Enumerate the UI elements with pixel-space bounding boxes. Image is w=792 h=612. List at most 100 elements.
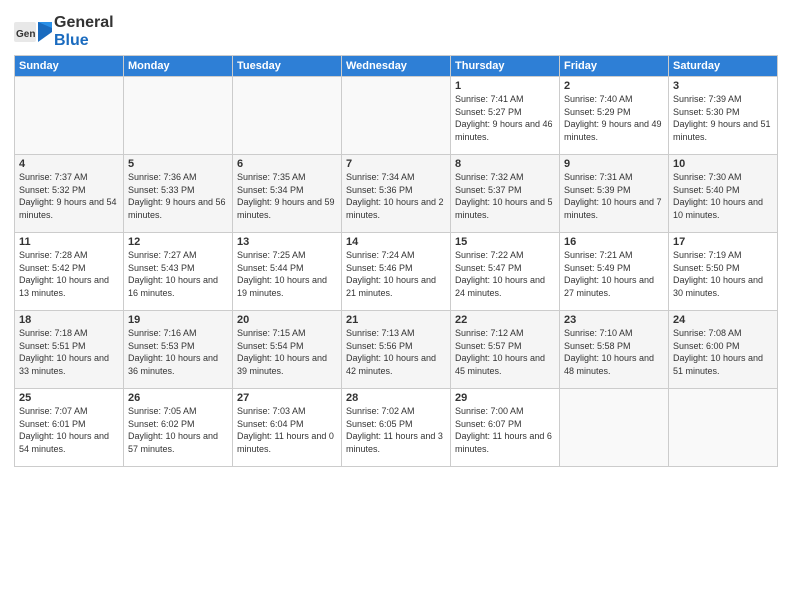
week-row-4: 18Sunrise: 7:18 AMSunset: 5:51 PMDayligh… (15, 311, 778, 389)
day-number: 10 (673, 158, 773, 170)
calendar-cell (124, 77, 233, 155)
day-number: 26 (128, 392, 228, 404)
calendar-table: SundayMondayTuesdayWednesdayThursdayFrid… (14, 55, 778, 467)
weekday-header-friday: Friday (560, 56, 669, 77)
calendar-cell: 6Sunrise: 7:35 AMSunset: 5:34 PMDaylight… (233, 155, 342, 233)
calendar-cell: 4Sunrise: 7:37 AMSunset: 5:32 PMDaylight… (15, 155, 124, 233)
weekday-header-tuesday: Tuesday (233, 56, 342, 77)
calendar-cell: 8Sunrise: 7:32 AMSunset: 5:37 PMDaylight… (451, 155, 560, 233)
week-row-2: 4Sunrise: 7:37 AMSunset: 5:32 PMDaylight… (15, 155, 778, 233)
weekday-header-sunday: Sunday (15, 56, 124, 77)
day-number: 2 (564, 80, 664, 92)
cell-info: Sunrise: 7:16 AMSunset: 5:53 PMDaylight:… (128, 327, 228, 377)
cell-info: Sunrise: 7:07 AMSunset: 6:01 PMDaylight:… (19, 405, 119, 455)
calendar-cell (560, 389, 669, 467)
cell-info: Sunrise: 7:31 AMSunset: 5:39 PMDaylight:… (564, 171, 664, 221)
day-number: 20 (237, 314, 337, 326)
day-number: 4 (19, 158, 119, 170)
calendar-cell: 19Sunrise: 7:16 AMSunset: 5:53 PMDayligh… (124, 311, 233, 389)
cell-info: Sunrise: 7:25 AMSunset: 5:44 PMDaylight:… (237, 249, 337, 299)
calendar-cell: 15Sunrise: 7:22 AMSunset: 5:47 PMDayligh… (451, 233, 560, 311)
cell-info: Sunrise: 7:34 AMSunset: 5:36 PMDaylight:… (346, 171, 446, 221)
day-number: 18 (19, 314, 119, 326)
day-number: 11 (19, 236, 119, 248)
page-container: Gen General Blue SundayMondayTuesdayWedn… (0, 0, 792, 473)
cell-info: Sunrise: 7:05 AMSunset: 6:02 PMDaylight:… (128, 405, 228, 455)
header: Gen General Blue (14, 10, 778, 49)
day-number: 5 (128, 158, 228, 170)
day-number: 17 (673, 236, 773, 248)
week-row-5: 25Sunrise: 7:07 AMSunset: 6:01 PMDayligh… (15, 389, 778, 467)
day-number: 13 (237, 236, 337, 248)
cell-info: Sunrise: 7:22 AMSunset: 5:47 PMDaylight:… (455, 249, 555, 299)
calendar-cell: 29Sunrise: 7:00 AMSunset: 6:07 PMDayligh… (451, 389, 560, 467)
cell-info: Sunrise: 7:24 AMSunset: 5:46 PMDaylight:… (346, 249, 446, 299)
week-row-3: 11Sunrise: 7:28 AMSunset: 5:42 PMDayligh… (15, 233, 778, 311)
logo-icon: Gen (14, 18, 52, 46)
calendar-cell: 14Sunrise: 7:24 AMSunset: 5:46 PMDayligh… (342, 233, 451, 311)
day-number: 14 (346, 236, 446, 248)
cell-info: Sunrise: 7:15 AMSunset: 5:54 PMDaylight:… (237, 327, 337, 377)
calendar-cell: 12Sunrise: 7:27 AMSunset: 5:43 PMDayligh… (124, 233, 233, 311)
day-number: 3 (673, 80, 773, 92)
calendar-cell (15, 77, 124, 155)
cell-info: Sunrise: 7:12 AMSunset: 5:57 PMDaylight:… (455, 327, 555, 377)
calendar-cell: 10Sunrise: 7:30 AMSunset: 5:40 PMDayligh… (669, 155, 778, 233)
day-number: 7 (346, 158, 446, 170)
calendar-cell: 2Sunrise: 7:40 AMSunset: 5:29 PMDaylight… (560, 77, 669, 155)
cell-info: Sunrise: 7:21 AMSunset: 5:49 PMDaylight:… (564, 249, 664, 299)
calendar-cell: 11Sunrise: 7:28 AMSunset: 5:42 PMDayligh… (15, 233, 124, 311)
calendar-cell: 18Sunrise: 7:18 AMSunset: 5:51 PMDayligh… (15, 311, 124, 389)
cell-info: Sunrise: 7:18 AMSunset: 5:51 PMDaylight:… (19, 327, 119, 377)
day-number: 6 (237, 158, 337, 170)
cell-info: Sunrise: 7:28 AMSunset: 5:42 PMDaylight:… (19, 249, 119, 299)
cell-info: Sunrise: 7:39 AMSunset: 5:30 PMDaylight:… (673, 93, 773, 143)
cell-info: Sunrise: 7:03 AMSunset: 6:04 PMDaylight:… (237, 405, 337, 455)
cell-info: Sunrise: 7:32 AMSunset: 5:37 PMDaylight:… (455, 171, 555, 221)
day-number: 15 (455, 236, 555, 248)
weekday-header-monday: Monday (124, 56, 233, 77)
calendar-cell: 22Sunrise: 7:12 AMSunset: 5:57 PMDayligh… (451, 311, 560, 389)
calendar-cell: 16Sunrise: 7:21 AMSunset: 5:49 PMDayligh… (560, 233, 669, 311)
day-number: 24 (673, 314, 773, 326)
cell-info: Sunrise: 7:02 AMSunset: 6:05 PMDaylight:… (346, 405, 446, 455)
svg-text:Gen: Gen (16, 29, 35, 40)
day-number: 22 (455, 314, 555, 326)
day-number: 8 (455, 158, 555, 170)
cell-info: Sunrise: 7:19 AMSunset: 5:50 PMDaylight:… (673, 249, 773, 299)
calendar-cell (669, 389, 778, 467)
day-number: 25 (19, 392, 119, 404)
day-number: 29 (455, 392, 555, 404)
calendar-cell: 13Sunrise: 7:25 AMSunset: 5:44 PMDayligh… (233, 233, 342, 311)
day-number: 21 (346, 314, 446, 326)
cell-info: Sunrise: 7:35 AMSunset: 5:34 PMDaylight:… (237, 171, 337, 221)
day-number: 28 (346, 392, 446, 404)
logo-text: General Blue (54, 14, 114, 49)
cell-info: Sunrise: 7:36 AMSunset: 5:33 PMDaylight:… (128, 171, 228, 221)
weekday-header-saturday: Saturday (669, 56, 778, 77)
day-number: 19 (128, 314, 228, 326)
day-number: 12 (128, 236, 228, 248)
cell-info: Sunrise: 7:08 AMSunset: 6:00 PMDaylight:… (673, 327, 773, 377)
calendar-cell: 9Sunrise: 7:31 AMSunset: 5:39 PMDaylight… (560, 155, 669, 233)
cell-info: Sunrise: 7:10 AMSunset: 5:58 PMDaylight:… (564, 327, 664, 377)
calendar-cell: 5Sunrise: 7:36 AMSunset: 5:33 PMDaylight… (124, 155, 233, 233)
weekday-header-wednesday: Wednesday (342, 56, 451, 77)
cell-info: Sunrise: 7:41 AMSunset: 5:27 PMDaylight:… (455, 93, 555, 143)
day-number: 27 (237, 392, 337, 404)
weekday-header-row: SundayMondayTuesdayWednesdayThursdayFrid… (15, 56, 778, 77)
day-number: 23 (564, 314, 664, 326)
cell-info: Sunrise: 7:30 AMSunset: 5:40 PMDaylight:… (673, 171, 773, 221)
weekday-header-thursday: Thursday (451, 56, 560, 77)
calendar-cell: 7Sunrise: 7:34 AMSunset: 5:36 PMDaylight… (342, 155, 451, 233)
logo: Gen General Blue (14, 14, 114, 49)
day-number: 1 (455, 80, 555, 92)
calendar-cell: 20Sunrise: 7:15 AMSunset: 5:54 PMDayligh… (233, 311, 342, 389)
calendar-cell: 24Sunrise: 7:08 AMSunset: 6:00 PMDayligh… (669, 311, 778, 389)
cell-info: Sunrise: 7:37 AMSunset: 5:32 PMDaylight:… (19, 171, 119, 221)
calendar-cell: 21Sunrise: 7:13 AMSunset: 5:56 PMDayligh… (342, 311, 451, 389)
calendar-cell: 28Sunrise: 7:02 AMSunset: 6:05 PMDayligh… (342, 389, 451, 467)
calendar-cell: 3Sunrise: 7:39 AMSunset: 5:30 PMDaylight… (669, 77, 778, 155)
calendar-cell: 23Sunrise: 7:10 AMSunset: 5:58 PMDayligh… (560, 311, 669, 389)
cell-info: Sunrise: 7:27 AMSunset: 5:43 PMDaylight:… (128, 249, 228, 299)
